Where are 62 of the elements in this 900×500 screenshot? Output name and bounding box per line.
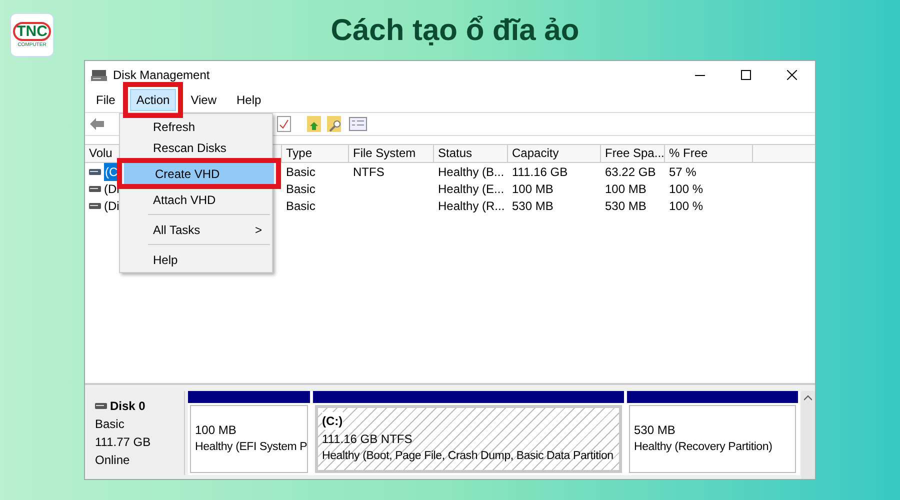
table-cell-text: Healthy (B... <box>438 164 504 181</box>
minimize-icon <box>695 74 705 76</box>
partition-size: 530 MB <box>634 422 676 440</box>
column-header[interactable]: File System <box>349 145 434 162</box>
folder-up-icon[interactable] <box>307 116 321 132</box>
window-title: Disk Management <box>113 67 210 84</box>
table-cell-text: 63.22 GB <box>605 164 656 181</box>
disk-icon <box>89 186 101 192</box>
partition-status: Healthy (Boot, Page File, Crash Dump, Basic Data Partition <box>322 449 614 464</box>
menu-option[interactable]: Attach VHD <box>122 189 270 210</box>
menu-option[interactable]: All Tasks > <box>122 219 270 240</box>
table-cell-text: (Di <box>104 198 120 215</box>
app-icon <box>91 68 107 82</box>
partition-size: 111.16 GB NTFS <box>322 431 412 448</box>
column-header[interactable]: Capacity <box>508 145 601 162</box>
table-cell-text: Basic <box>286 198 316 215</box>
table-cell-text: 100 % <box>669 180 704 198</box>
column-header[interactable]: % Free <box>665 145 753 162</box>
table-cell-text: 530 MB <box>605 198 646 215</box>
page-title: Cách tạo ổ đĩa ảo <box>330 12 580 48</box>
back-arrow-icon[interactable] <box>89 116 105 131</box>
logo-mark: TNC <box>12 22 52 41</box>
maximize-icon <box>741 70 751 80</box>
table-cell-text: 100 MB <box>512 180 554 198</box>
table-cell-text: Healthy (E... <box>438 180 504 198</box>
menu-option[interactable]: Create VHD <box>124 163 274 184</box>
table-cell-text: Healthy (R... <box>438 198 505 215</box>
column-header[interactable]: Status <box>434 145 508 162</box>
close-icon <box>787 70 797 80</box>
table-cell-text: Basic <box>286 180 316 198</box>
partition-size: 100 MB <box>195 422 236 440</box>
disk-status: Online <box>95 452 131 469</box>
folder-search-icon[interactable] <box>327 116 343 132</box>
checklist-icon[interactable] <box>277 116 291 132</box>
menu-item[interactable]: Help <box>232 89 266 112</box>
menu-option[interactable]: Help <box>122 249 270 270</box>
menu-option[interactable]: Refresh <box>122 116 270 137</box>
partition-status: Healthy (EFI System P <box>195 440 307 456</box>
disk-name: Disk 0 <box>110 398 146 415</box>
table-cell-text: Basic <box>286 164 316 181</box>
column-header[interactable]: Free Spa... <box>601 145 665 162</box>
table-cell-text: 100 % <box>669 198 704 215</box>
table-cell-text: 530 MB <box>512 198 554 215</box>
table-cell-text: 57 % <box>669 164 696 181</box>
menu-item[interactable]: Action <box>130 89 176 112</box>
partition-status: Healthy (Recovery Partition) <box>634 440 772 456</box>
scrollbar[interactable] <box>801 391 815 479</box>
table-cell-text: 111.16 GB <box>512 164 568 181</box>
partition-label: (C:) <box>322 412 343 430</box>
menu-item[interactable]: File <box>91 89 120 112</box>
disk-icon <box>89 168 101 175</box>
disk-size: 111.77 GB <box>95 434 152 451</box>
table-cell-text: NTFS <box>353 164 384 181</box>
disk-type: Basic <box>95 416 126 433</box>
menu-item[interactable]: View <box>186 89 222 112</box>
scroll-up-icon[interactable] <box>804 395 812 401</box>
disk-icon <box>95 403 107 409</box>
column-header[interactable]: Type <box>282 145 349 162</box>
properties-icon[interactable] <box>349 116 367 131</box>
menu-option[interactable]: Rescan Disks <box>122 137 270 158</box>
table-cell-text: 100 MB <box>605 180 646 198</box>
disk-icon <box>89 202 101 209</box>
